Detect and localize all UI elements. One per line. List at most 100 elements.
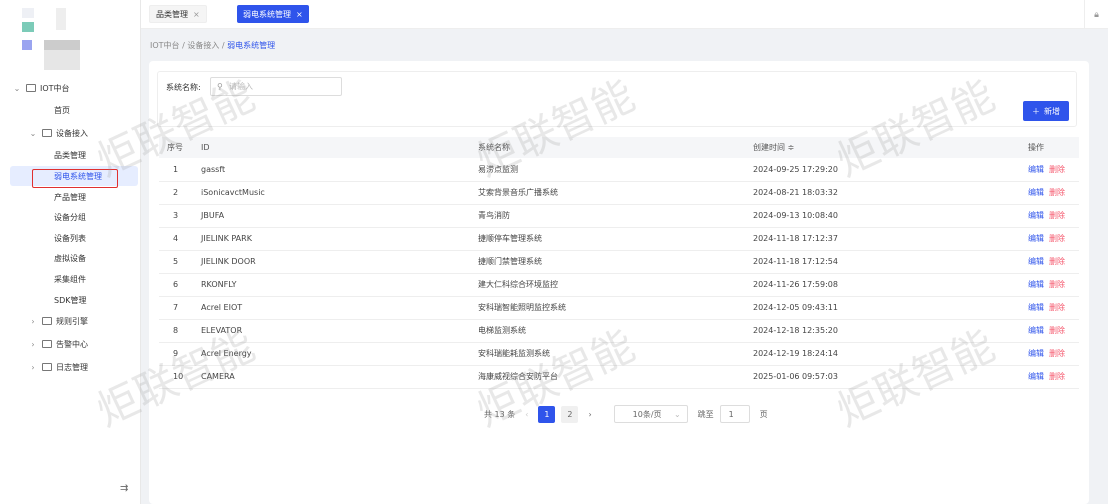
jump-input[interactable]: 1 xyxy=(719,405,750,423)
edit-button[interactable]: 编辑 xyxy=(1028,372,1044,381)
breadcrumb-item[interactable]: IOT中台 xyxy=(150,41,180,50)
row-created: 2024-09-13 10:08:40 xyxy=(753,204,1028,228)
chevron-down-icon: ⌄ xyxy=(13,83,21,93)
add-button[interactable]: ＋ 新增 xyxy=(1023,101,1069,121)
sidebar-label: 规则引擎 xyxy=(56,316,88,326)
tab-weak-current[interactable]: 弱电系统管理 × xyxy=(237,5,309,23)
chevron-down-icon: ⌄ xyxy=(29,128,37,138)
folder-icon xyxy=(42,340,52,348)
delete-button[interactable]: 删除 xyxy=(1049,372,1065,381)
search-icon: ⚲ xyxy=(217,82,223,91)
row-index: 4 xyxy=(159,227,201,251)
delete-button[interactable]: 删除 xyxy=(1049,280,1065,289)
jump-label: 跳至 xyxy=(697,409,714,419)
sidebar-item-product[interactable]: 产品管理 xyxy=(0,187,141,207)
row-name: 电梯监测系统 xyxy=(478,319,753,343)
next-page-icon[interactable]: › xyxy=(588,410,591,419)
row-name: 建大仁科综合环境监控 xyxy=(478,273,753,297)
row-index: 7 xyxy=(159,296,201,320)
row-id: Acrel Energy xyxy=(201,342,478,366)
edit-button[interactable]: 编辑 xyxy=(1028,303,1044,312)
highlight-box xyxy=(32,169,118,188)
row-created: 2024-11-18 17:12:37 xyxy=(753,227,1028,251)
sidebar-group-alarm[interactable]: › 告警中心 xyxy=(0,334,141,354)
row-index: 2 xyxy=(159,181,201,205)
sidebar-item-sdk[interactable]: SDK管理 xyxy=(0,290,141,310)
page-2[interactable]: 2 xyxy=(561,405,579,423)
sidebar-group-device-access[interactable]: ⌄ 设备接入 xyxy=(0,123,141,143)
systems-table: 序号 ID 系统名称 创建时间 ≑ 操作 1 gassft 易涝点监测 2024-09… xyxy=(159,137,1079,389)
sidebar-item-device-list[interactable]: 设备列表 xyxy=(0,228,141,248)
chevron-down-icon: ⌄ xyxy=(673,409,681,419)
sidebar-item-virtual-device[interactable]: 虚拟设备 xyxy=(0,248,141,268)
tab-category[interactable]: 品类管理 × xyxy=(149,5,207,23)
sidebar-root-iot[interactable]: ⌄ IOT中台 xyxy=(0,78,141,98)
sidebar-item-device-group[interactable]: 设备分组 xyxy=(0,207,141,227)
chevron-right-icon: › xyxy=(31,362,35,372)
row-name: 捷顺门禁管理系统 xyxy=(478,250,753,274)
sidebar-item-home[interactable]: 首页 xyxy=(0,100,141,120)
logo xyxy=(22,8,80,70)
tab-bar: 品类管理 × 弱电系统管理 × 🔒︎ xyxy=(141,0,1108,29)
row-index: 10 xyxy=(159,365,201,389)
collapse-sidebar-icon[interactable]: ⇉ xyxy=(120,483,128,494)
row-name: 艾索背景音乐广播系统 xyxy=(478,181,753,205)
row-actions: 编辑 删除 xyxy=(1028,181,1079,205)
system-name-input[interactable]: ⚲ 请输入 xyxy=(210,77,342,96)
row-actions: 编辑 删除 xyxy=(1028,250,1079,274)
add-label: 新增 xyxy=(1044,106,1060,116)
close-icon[interactable]: × xyxy=(296,10,303,19)
plus-icon: ＋ xyxy=(1032,106,1040,116)
row-created: 2024-11-18 17:12:54 xyxy=(753,250,1028,274)
prev-page-icon[interactable]: ‹ xyxy=(525,410,528,419)
pagination: 共 13 条 ‹ 1 2 › 10条/页 ⌄ 跳至 1 页 xyxy=(484,405,768,423)
page-size-select[interactable]: 10条/页 ⌄ xyxy=(613,405,688,423)
row-actions: 编辑 删除 xyxy=(1028,319,1079,343)
row-actions: 编辑 删除 xyxy=(1028,342,1079,366)
delete-button[interactable]: 删除 xyxy=(1049,303,1065,312)
edit-button[interactable]: 编辑 xyxy=(1028,188,1044,197)
row-id: JBUFA xyxy=(201,204,478,228)
delete-button[interactable]: 删除 xyxy=(1049,234,1065,243)
edit-button[interactable]: 编辑 xyxy=(1028,165,1044,174)
edit-button[interactable]: 编辑 xyxy=(1028,211,1044,220)
tab-label: 品类管理 xyxy=(156,9,188,19)
row-name: 安科瑞能耗监测系统 xyxy=(478,342,753,366)
sidebar-group-rules[interactable]: › 规则引擎 xyxy=(0,311,141,331)
edit-button[interactable]: 编辑 xyxy=(1028,280,1044,289)
edit-button[interactable]: 编辑 xyxy=(1028,326,1044,335)
col-created[interactable]: 创建时间 ≑ xyxy=(753,137,1028,158)
breadcrumb-sep: / xyxy=(182,41,185,50)
close-icon[interactable]: × xyxy=(193,10,200,19)
table-row: 3 JBUFA 青鸟消防 2024-09-13 10:08:40 编辑 删除 xyxy=(159,204,1079,228)
placeholder: 请输入 xyxy=(229,82,253,91)
edit-button[interactable]: 编辑 xyxy=(1028,349,1044,358)
search-form: 系统名称: ⚲ 请输入 xyxy=(157,71,1077,127)
row-id: Acrel EIOT xyxy=(201,296,478,320)
col-id: ID xyxy=(201,137,478,158)
folder-icon xyxy=(42,363,52,371)
col-index: 序号 xyxy=(159,137,201,158)
delete-button[interactable]: 删除 xyxy=(1049,165,1065,174)
sidebar-group-logs[interactable]: › 日志管理 xyxy=(0,357,141,377)
delete-button[interactable]: 删除 xyxy=(1049,349,1065,358)
page-1[interactable]: 1 xyxy=(538,405,556,423)
sidebar-item-collector[interactable]: 采集组件 xyxy=(0,269,141,289)
row-actions: 编辑 删除 xyxy=(1028,273,1079,297)
delete-button[interactable]: 删除 xyxy=(1049,257,1065,266)
row-index: 9 xyxy=(159,342,201,366)
sidebar-label: 告警中心 xyxy=(56,339,88,349)
breadcrumb-item[interactable]: 设备接入 xyxy=(187,41,219,50)
row-created: 2025-01-06 09:57:03 xyxy=(753,365,1028,389)
row-index: 8 xyxy=(159,319,201,343)
edit-button[interactable]: 编辑 xyxy=(1028,257,1044,266)
delete-button[interactable]: 删除 xyxy=(1049,211,1065,220)
sidebar-item-category[interactable]: 品类管理 xyxy=(0,145,141,165)
row-name: 青鸟消防 xyxy=(478,204,753,228)
delete-button[interactable]: 删除 xyxy=(1049,188,1065,197)
edit-button[interactable]: 编辑 xyxy=(1028,234,1044,243)
lock-icon[interactable]: 🔒︎ xyxy=(1084,0,1108,29)
sidebar-label: 日志管理 xyxy=(56,362,88,372)
delete-button[interactable]: 删除 xyxy=(1049,326,1065,335)
col-name: 系统名称 xyxy=(478,137,753,158)
